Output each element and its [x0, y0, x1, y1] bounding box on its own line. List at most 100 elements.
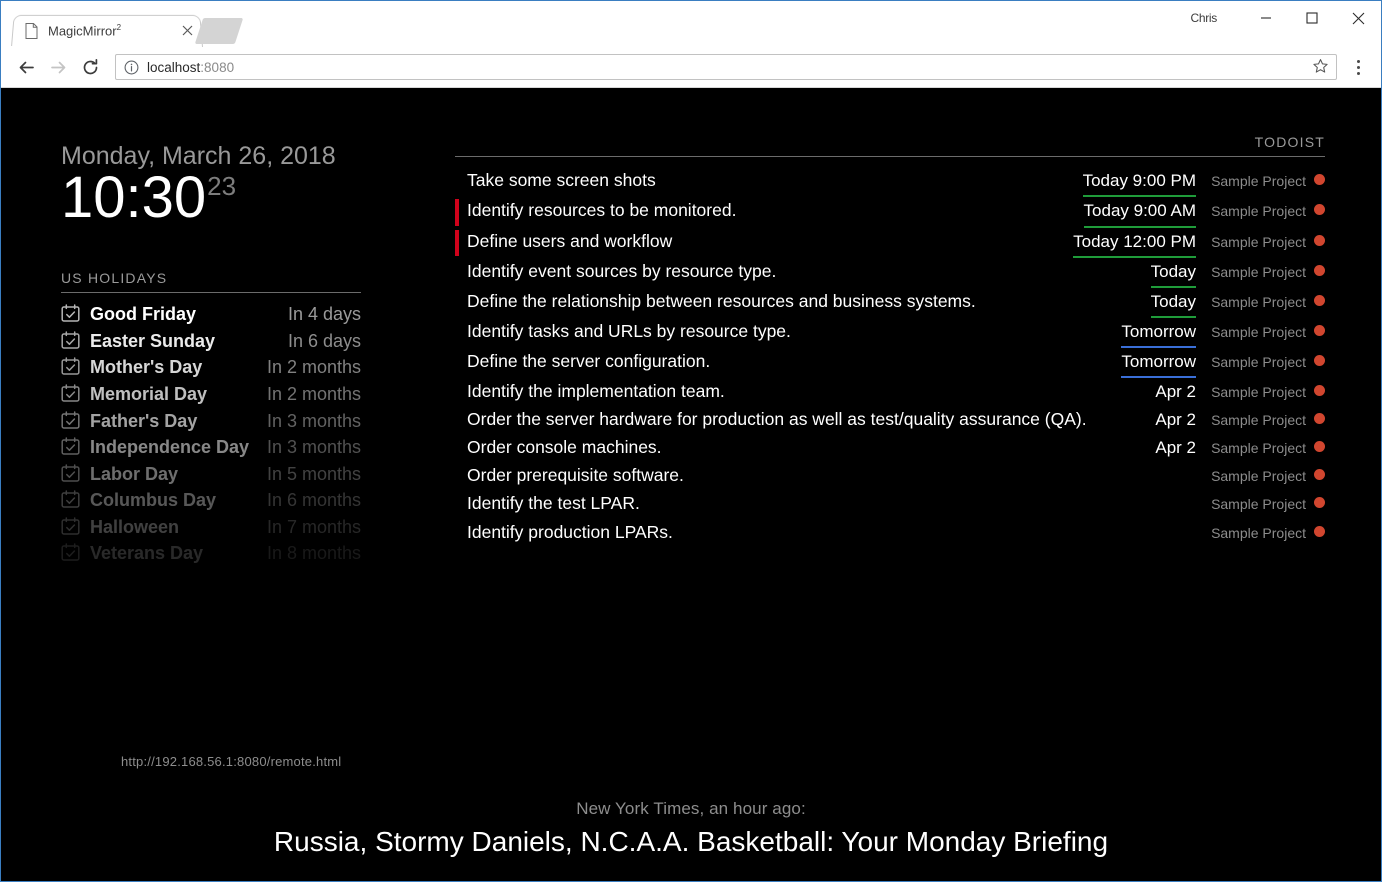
todoist-task-due: Today: [1150, 258, 1196, 288]
todoist-task-due: Apr 2: [1155, 438, 1196, 458]
todoist-overdue-flag: [455, 169, 459, 195]
todoist-task-title: Identify tasks and URLs by resource type…: [467, 320, 791, 341]
calendar-event-row: Independence Day In 3 months: [61, 434, 361, 461]
todoist-overdue-flag: [455, 436, 459, 460]
todoist-project-dot: [1314, 324, 1325, 336]
calendar-event-when: In 7 months: [266, 516, 361, 537]
address-bar-url[interactable]: localhost:8080: [147, 60, 1304, 75]
todoist-overdue-flag: [455, 380, 459, 404]
profile-name[interactable]: Chris: [1190, 11, 1217, 25]
calendar-check-icon: [61, 463, 80, 482]
tab-magicmirror[interactable]: MagicMirror2: [11, 14, 203, 47]
calendar-check-icon: [61, 437, 80, 455]
todoist-task-title: Identify event sources by resource type.: [467, 260, 777, 281]
todoist-task-row: Define the server configuration. Tomorrow…: [455, 348, 1325, 379]
calendar-check-icon: [61, 304, 80, 322]
todoist-task-project: Sample Project: [1211, 263, 1306, 280]
window-controls: Chris: [1190, 1, 1381, 35]
calendar-event-list: Good Friday In 4 days Easter Sunday In 6 da…: [61, 301, 361, 567]
calendar-event-when: In 6 months: [266, 490, 361, 511]
info-circle-icon[interactable]: [124, 60, 139, 75]
calendar-event-row: Easter Sunday In 6 days: [61, 328, 361, 355]
maximize-button[interactable]: [1289, 2, 1335, 34]
todoist-task-due: Tomorrow: [1121, 318, 1196, 348]
todoist-task-row: Take some screen shots Today 9:00 PM Sampl…: [455, 167, 1325, 198]
address-bar-port: :8080: [200, 59, 235, 75]
calendar-event-title: Father's Day: [90, 410, 198, 431]
todoist-overdue-flag: [455, 199, 459, 226]
todoist-task-project: Sample Project: [1211, 233, 1306, 250]
calendar-event-row: Halloween In 7 months: [61, 514, 361, 541]
todoist-task-title: Define the relationship between resource…: [467, 290, 976, 311]
todoist-project-dot: [1314, 413, 1325, 425]
tab-close-icon[interactable]: [179, 23, 195, 39]
calendar-event-row: Labor Day In 5 months: [61, 461, 361, 488]
region-bottom: New York Times, an hour ago: Russia, Sto…: [1, 799, 1381, 859]
todoist-task-row: Identify resources to be monitored. Today…: [455, 197, 1325, 228]
todoist-project-dot: [1314, 174, 1325, 186]
calendar-event-title: Labor Day: [90, 463, 179, 484]
todoist-project-dot: [1314, 469, 1325, 481]
calendar-event-when: In 4 days: [287, 304, 361, 325]
calendar-check-icon: [61, 490, 80, 509]
todoist-task-title: Identify the implementation team.: [467, 381, 725, 402]
tab-strip: MagicMirror2 Chris: [1, 1, 1381, 47]
calendar-event-title: Easter Sunday: [90, 330, 216, 351]
todoist-task-due: Today: [1150, 288, 1196, 318]
todoist-project-dot: [1314, 525, 1325, 537]
calendar-event-row: Mother's Day In 2 months: [61, 354, 361, 381]
todoist-task-project: Sample Project: [1211, 323, 1306, 340]
calendar-event-when: In 8 months: [266, 543, 361, 564]
calendar-check-icon: [61, 330, 80, 349]
todoist-overdue-flag: [455, 290, 459, 316]
calendar-event-title: Halloween: [90, 516, 180, 537]
todoist-task-due: Today 9:00 AM: [1083, 197, 1196, 228]
calendar-check-icon: [61, 543, 80, 562]
close-window-button[interactable]: [1335, 2, 1381, 34]
todoist-task-list: Take some screen shots Today 9:00 PM Sampl…: [455, 167, 1325, 546]
todoist-task-title: Identify production LPARs.: [467, 521, 673, 542]
todoist-overdue-flag: [455, 260, 459, 286]
todoist-project-dot: [1314, 385, 1325, 397]
calendar-event-when: In 2 months: [266, 383, 361, 404]
calendar-event-when: In 6 days: [287, 330, 361, 351]
calendar-check-icon: [61, 357, 80, 376]
todoist-task-title: Identify the test LPAR.: [467, 493, 640, 514]
todoist-task-row: Order prerequisite software. Sample Proje…: [455, 462, 1325, 490]
todoist-task-project: Sample Project: [1211, 524, 1306, 541]
todoist-project-dot: [1314, 234, 1325, 246]
region-top-left: Monday, March 26, 2018 10:30 23 US Holida…: [61, 142, 361, 769]
browser-toolbar: localhost:8080: [1, 47, 1381, 88]
calendar-event-title: Columbus Day: [90, 490, 217, 511]
todoist-task-row: Identify tasks and URLs by resource type…: [455, 318, 1325, 348]
todoist-task-project: Sample Project: [1211, 496, 1306, 513]
todoist-overdue-flag: [455, 320, 459, 346]
star-icon[interactable]: [1312, 58, 1330, 76]
todoist-task-row: Define the relationship between resource…: [455, 288, 1325, 318]
todoist-task-row: Identify the implementation team. Apr 2 Sa…: [455, 378, 1325, 406]
calendar-event-when: In 3 months: [266, 437, 361, 458]
todoist-task-due: Apr 2: [1155, 410, 1196, 430]
calendar-event-row: Veterans Day In 8 months: [61, 540, 361, 567]
calendar-event-row: Memorial Day In 2 months: [61, 381, 361, 408]
back-arrow-icon[interactable]: [11, 52, 41, 82]
clock-time: 10:30 23: [61, 168, 361, 227]
todoist-project-dot: [1314, 204, 1325, 216]
minimize-button[interactable]: [1243, 2, 1289, 34]
address-bar[interactable]: localhost:8080: [115, 54, 1337, 80]
todoist-overdue-flag: [455, 229, 459, 256]
todoist-task-row: Define users and workflow Today 12:00 PM S…: [455, 228, 1325, 258]
calendar-event-title: Mother's Day: [90, 357, 203, 378]
todoist-overdue-flag: [455, 464, 459, 488]
newsfeed-source: New York Times, an hour ago:: [576, 799, 806, 819]
calendar-check-icon: [61, 384, 80, 402]
three-dots-menu-icon[interactable]: [1345, 52, 1371, 82]
todoist-task-row: Order the server hardware for production…: [455, 406, 1325, 434]
menu-dot: [1356, 65, 1360, 69]
forward-arrow-icon: [43, 52, 73, 82]
calendar-event-row: Good Friday In 4 days: [61, 301, 361, 328]
todoist-task-project: Sample Project: [1211, 412, 1306, 429]
reload-icon[interactable]: [75, 52, 105, 82]
todoist-task-project: Sample Project: [1211, 293, 1306, 310]
remote-control-url: http://192.168.56.1:8080/remote.html: [121, 754, 342, 769]
